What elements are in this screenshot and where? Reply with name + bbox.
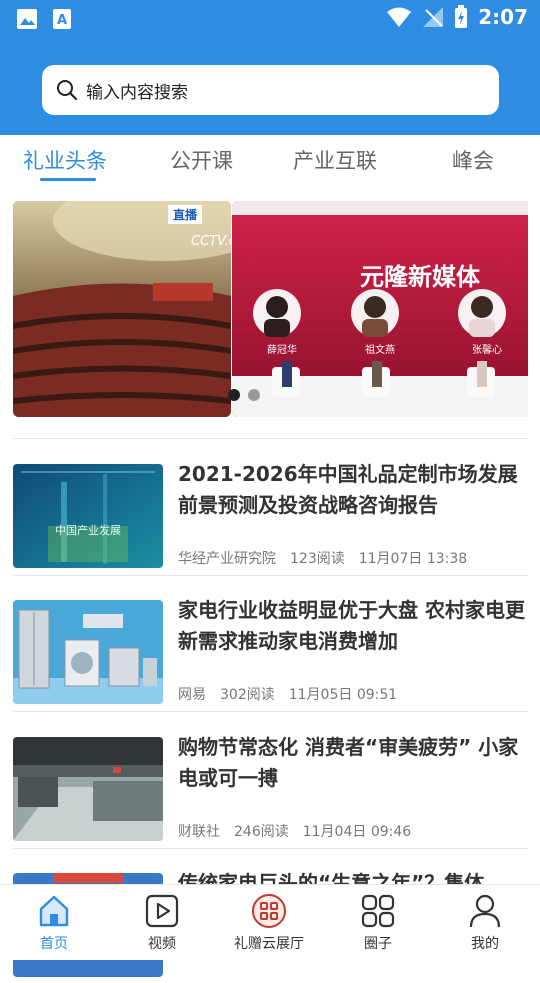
tab-headlines[interactable]: 礼业头条 [23,145,107,175]
nav-gift-hall-label: 礼赠云展厅 [234,936,304,952]
article-time: 11月05日 09:51 [288,687,398,703]
thumbnail-caption: 中国产业发展 [55,524,121,537]
congress-hall-image: CCTV.com [13,201,231,417]
media-forum-image [232,201,528,417]
nav-video-label: 视频 [148,936,176,952]
banner-headline: 元隆新媒体 [360,263,480,291]
carousel-dot[interactable] [248,389,260,401]
banner-slide-media[interactable]: 元隆新媒体 薛冠华 祖文燕 张馨心 [232,201,528,417]
bottom-nav: 首页 视频 礼赠云展厅 圈子 我的 [0,884,540,960]
header: A 2:07 输入内容搜索 [0,0,540,135]
home-icon [39,895,69,927]
article-thumbnail [13,737,163,841]
cctv-watermark: CCTV.com [191,234,231,249]
tab-open-class[interactable]: 公开课 [170,145,233,175]
article-meta: 财联社 246阅读 11月04日 09:46 [178,821,411,841]
live-badge: 直播 [168,205,203,224]
article-source: 网易 [178,687,206,703]
gift-hall-icon [252,894,286,928]
search-icon [57,80,78,101]
banner-slide-congress[interactable]: CCTV.com 直播 [13,201,231,417]
article-item[interactable]: 中国产业发展 2021-2026年中国礼品定制市场发展前景预测及投资战略咨询报告… [13,462,528,574]
nav-video[interactable]: 视频 [117,893,207,953]
nav-gift-hall[interactable]: 礼赠云展厅 [224,893,314,953]
status-bar: A 2:07 [0,0,540,36]
article-title[interactable]: 家电行业收益明显优于大盘 农村家电更新需求推动家电消费增加 [178,595,528,657]
article-reads: 246阅读 [234,824,289,840]
no-signal-icon [423,7,444,27]
carousel-dots [228,389,260,401]
article-time: 11月07日 13:38 [358,551,468,567]
divider [13,575,528,576]
tab-summit[interactable]: 峰会 [452,145,494,175]
nav-home-label: 首页 [40,936,68,952]
article-meta: 网易 302阅读 11月05日 09:51 [178,684,397,704]
video-icon [145,894,179,928]
active-tab-indicator [40,178,96,181]
carousel-dot-active[interactable] [228,389,240,401]
nav-home[interactable]: 首页 [9,893,99,953]
article-reads: 123阅读 [290,551,345,567]
article-item[interactable]: 家电行业收益明显优于大盘 农村家电更新需求推动家电消费增加 网易 302阅读 1… [13,598,528,710]
wifi-icon [387,7,412,27]
search-bar[interactable]: 输入内容搜索 [42,65,499,115]
status-time: 2:07 [478,5,528,29]
article-source: 华经产业研究院 [178,551,276,567]
divider [13,711,528,712]
search-input[interactable]: 输入内容搜索 [86,78,188,103]
article-meta: 华经产业研究院 123阅读 11月07日 13:38 [178,548,467,568]
tab-industry-interconnect[interactable]: 产业互联 [293,145,377,175]
nav-circle-label: 圈子 [364,936,392,952]
nav-circle[interactable]: 圈子 [333,893,423,953]
battery-charging-icon [455,5,468,28]
app-notification-icon: A [53,9,71,29]
article-reads: 302阅读 [220,687,275,703]
article-source: 财联社 [178,824,220,840]
speaker-name: 薛冠华 [267,345,297,356]
speaker-name: 祖文燕 [365,345,395,356]
article-title[interactable]: 2021-2026年中国礼品定制市场发展前景预测及投资战略咨询报告 [178,459,528,521]
article-time: 11月04日 09:46 [302,824,412,840]
article-thumbnail [13,600,163,704]
circle-grid-icon [361,894,395,928]
article-title[interactable]: 购物节常态化 消费者“审美疲劳” 小家电或可一搏 [178,732,528,794]
speaker-name: 张馨心 [472,345,502,356]
article-item[interactable]: 购物节常态化 消费者“审美疲劳” 小家电或可一搏 财联社 246阅读 11月04… [13,735,528,847]
nav-profile-label: 我的 [471,936,499,952]
divider [13,848,528,849]
gallery-icon [17,9,37,29]
svg-text:A: A [57,13,67,28]
profile-icon [469,894,501,928]
article-thumbnail: 中国产业发展 [13,464,163,568]
nav-profile[interactable]: 我的 [440,893,530,953]
banner-carousel[interactable]: CCTV.com 直播 [13,201,528,417]
divider [13,438,528,439]
